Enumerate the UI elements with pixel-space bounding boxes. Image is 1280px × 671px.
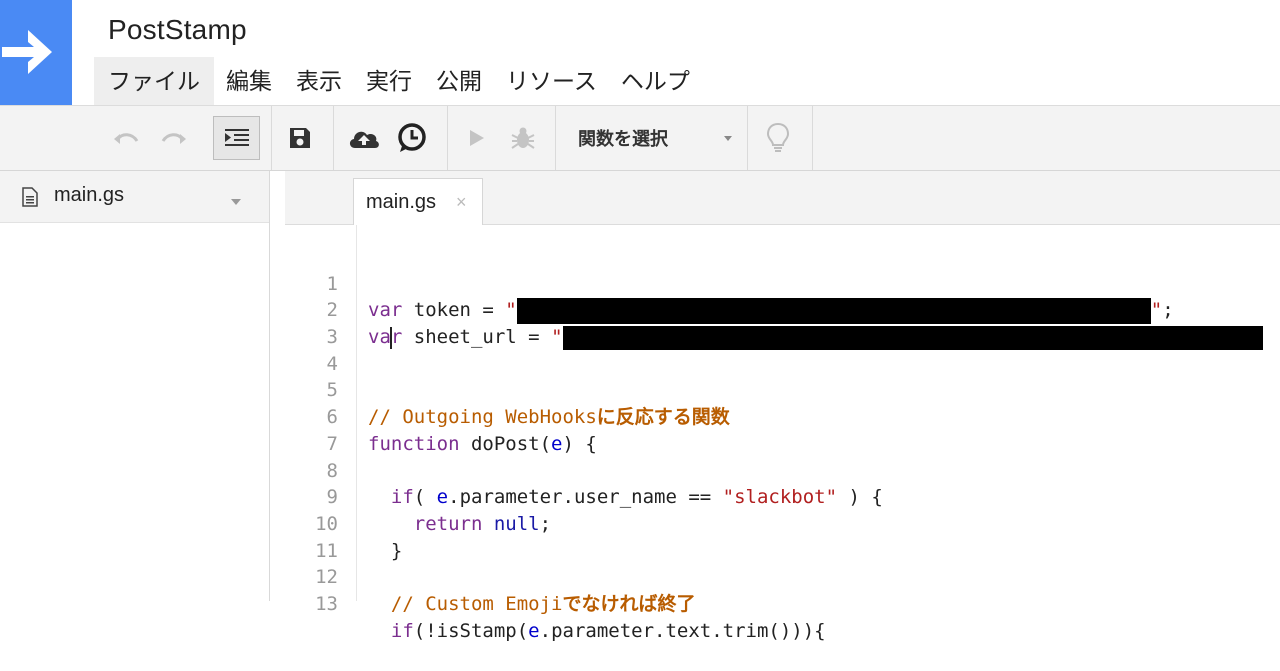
code-line: 10 } <box>270 484 1280 562</box>
triggers-button[interactable] <box>394 106 430 170</box>
code-line: 7 <box>270 404 1280 455</box>
code-line: 2 var sheet_url = " <box>270 271 1280 350</box>
indent-icon <box>224 129 249 146</box>
code-line: 6 function doPost(e) { <box>270 377 1280 455</box>
code-line: 8 if( e.parameter.user_name == "slackbot… <box>270 431 1280 509</box>
tips-button[interactable] <box>758 106 798 170</box>
close-icon[interactable]: × <box>456 192 467 213</box>
menu-help[interactable]: ヘルプ <box>609 57 702 105</box>
code-lines[interactable]: 1 var token = " "; 2 var sheet_url = " 3 … <box>270 244 1280 642</box>
debug-icon <box>511 127 535 149</box>
indent-toggle-button[interactable] <box>213 116 260 160</box>
chevron-down-icon[interactable] <box>231 199 241 205</box>
clock-icon <box>398 123 426 152</box>
undo-icon <box>114 133 139 144</box>
menu-run[interactable]: 実行 <box>354 57 424 105</box>
code-line: 3 <box>270 297 1280 348</box>
file-sidebar: main.gs <box>0 171 270 601</box>
code-line: 4 <box>270 324 1280 375</box>
run-button[interactable] <box>462 106 492 170</box>
code-line: 12 // Custom Emojiでなければ終了 <box>270 538 1280 615</box>
redo-button[interactable] <box>156 106 192 170</box>
toolbar: 関数を選択 <box>0 105 1280 171</box>
toolbar-divider <box>812 106 813 170</box>
menu-publish[interactable]: 公開 <box>424 57 494 105</box>
function-select-label: 関数を選択 <box>578 129 668 149</box>
debug-button[interactable] <box>506 106 540 170</box>
arrow-right-icon <box>2 30 52 74</box>
menu-file[interactable]: ファイル <box>94 57 214 105</box>
tab-main-gs[interactable]: main.gs × <box>353 178 483 225</box>
menu-edit[interactable]: 編集 <box>214 57 284 105</box>
document-icon <box>22 187 38 207</box>
editor-tab-strip: main.gs × <box>285 171 1280 225</box>
code-editor[interactable]: main.gs × 1 var token = " "; 2 var sheet_… <box>270 171 1280 642</box>
toolbar-divider <box>333 106 334 170</box>
lightbulb-icon <box>766 122 790 152</box>
code-line: 5 // Outgoing WebHooksに反応する関数 <box>270 351 1280 428</box>
tab-label: main.gs <box>366 191 437 213</box>
line-content: // Custom Emojiでなければ終了 <box>390 592 696 615</box>
redo-icon <box>161 133 186 144</box>
code-line: 9 return null; <box>270 458 1280 535</box>
save-icon <box>290 128 310 148</box>
code-line: 11 <box>270 511 1280 562</box>
project-title[interactable]: PostStamp <box>108 14 247 46</box>
save-button[interactable] <box>283 106 317 170</box>
run-icon <box>470 130 484 146</box>
sidebar-file-item[interactable]: main.gs <box>0 171 269 223</box>
menu-resources[interactable]: リソース <box>494 57 609 105</box>
menu-bar: ファイル 編集 表示 実行 公開 リソース ヘルプ <box>94 57 702 105</box>
toolbar-divider <box>271 106 272 170</box>
toolbar-divider <box>447 106 448 170</box>
sidebar-file-name: main.gs <box>54 184 125 206</box>
menu-view[interactable]: 表示 <box>284 57 354 105</box>
line-content: if(!isStamp(e.parameter.text.trim())){ <box>390 619 826 642</box>
code-line: 13 if(!isStamp(e.parameter.text.trim()))… <box>270 564 1280 642</box>
code-line: 1 var token = " "; <box>270 244 1280 324</box>
toolbar-divider <box>747 106 748 170</box>
apps-script-logo[interactable] <box>0 0 72 105</box>
cloud-upload-icon <box>349 131 379 148</box>
deploy-button[interactable] <box>344 106 384 170</box>
chevron-down-icon <box>724 136 732 141</box>
function-select[interactable]: 関数を選択 <box>556 106 746 170</box>
undo-button[interactable] <box>108 106 144 170</box>
line-number: 13 <box>315 592 338 615</box>
